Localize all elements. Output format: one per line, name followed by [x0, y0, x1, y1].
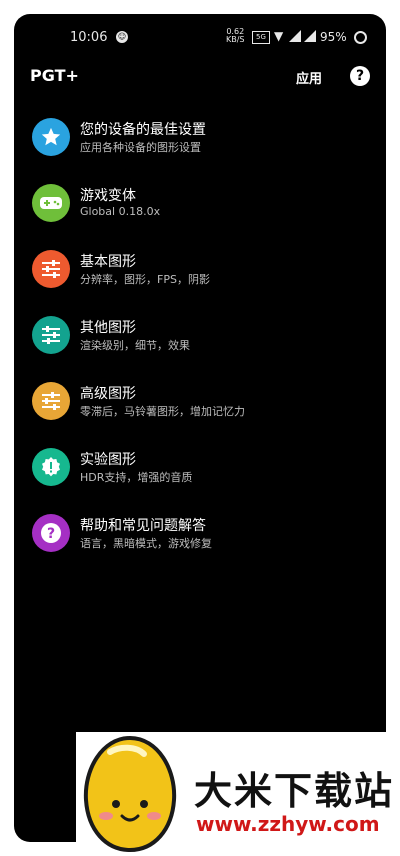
status-bar: 10:06 ☺ 0.62 KB/S 5G ▼ 95%	[14, 14, 386, 62]
sliders-icon	[32, 382, 70, 420]
alert-icon	[32, 448, 70, 486]
sliders-icon	[32, 316, 70, 354]
watermark-url: www.zzhyw.com	[196, 812, 380, 836]
notification-icon: ☺	[116, 31, 128, 43]
menu-item-other-graphics[interactable]: 其他图形 渲染级别，细节，效果	[14, 312, 386, 378]
menu-item-basic-graphics[interactable]: 基本图形 分辨率，图形，FPS，阴影	[14, 246, 386, 312]
wifi-icon: ▼	[274, 29, 284, 43]
menu-item-advanced-graphics[interactable]: 高级图形 零滞后，马铃薯图形，增加记忆力	[14, 378, 386, 444]
app-title: PGT+	[30, 66, 79, 85]
status-time: 10:06	[70, 30, 108, 45]
menu-item-title: 高级图形	[80, 386, 136, 402]
svg-text:?: ?	[47, 526, 55, 542]
settings-menu: 您的设备的最佳设置 应用各种设备的图形设置 游戏变体 Global 0.18.0…	[14, 114, 386, 576]
menu-item-title: 您的设备的最佳设置	[80, 122, 206, 138]
menu-item-best-settings[interactable]: 您的设备的最佳设置 应用各种设备的图形设置	[14, 114, 386, 180]
watermark: 大米下载站 www.zzhyw.com	[76, 732, 400, 856]
star-icon	[32, 118, 70, 156]
signal-icon	[289, 30, 301, 42]
menu-item-title: 帮助和常见问题解答	[80, 518, 206, 534]
sliders-icon	[32, 250, 70, 288]
menu-item-subtitle: 语言，黑暗模式，游戏修复	[80, 537, 212, 550]
menu-item-help-faq[interactable]: ? 帮助和常见问题解答 语言，黑暗模式，游戏修复	[14, 510, 386, 576]
battery-icon	[354, 31, 367, 44]
menu-item-subtitle: 应用各种设备的图形设置	[80, 141, 201, 154]
watermark-title: 大米下载站	[194, 769, 395, 813]
menu-item-experimental-graphics[interactable]: 实验图形 HDR支持，增强的音质	[14, 444, 386, 510]
help-button[interactable]: ?	[350, 66, 370, 86]
menu-item-title: 其他图形	[80, 320, 136, 336]
menu-item-title: 基本图形	[80, 254, 136, 270]
menu-item-subtitle: 零滞后，马铃薯图形，增加记忆力	[80, 405, 245, 418]
menu-item-subtitle: HDR支持，增强的音质	[80, 471, 193, 484]
sim-icon: 5G	[252, 31, 270, 44]
menu-item-subtitle: Global 0.18.0x	[80, 205, 161, 218]
apply-button[interactable]: 应用	[296, 68, 322, 87]
menu-item-game-variant[interactable]: 游戏变体 Global 0.18.0x	[14, 180, 386, 246]
gamepad-icon	[32, 184, 70, 222]
menu-item-subtitle: 渲染级别，细节，效果	[80, 339, 190, 352]
network-speed: 0.62 KB/S	[226, 28, 245, 44]
network-speed-unit: KB/S	[226, 35, 245, 44]
phone-screen: 10:06 ☺ 0.62 KB/S 5G ▼ 95% PGT+ 应用 ? 您的设…	[14, 14, 386, 842]
menu-item-title: 实验图形	[80, 452, 136, 468]
menu-item-subtitle: 分辨率，图形，FPS，阴影	[80, 273, 210, 286]
signal-icon-2	[304, 30, 316, 42]
battery-level: 95%	[320, 30, 347, 44]
help-icon: ?	[32, 514, 70, 552]
rice-mascot-logo	[83, 735, 177, 853]
menu-item-title: 游戏变体	[80, 188, 136, 204]
